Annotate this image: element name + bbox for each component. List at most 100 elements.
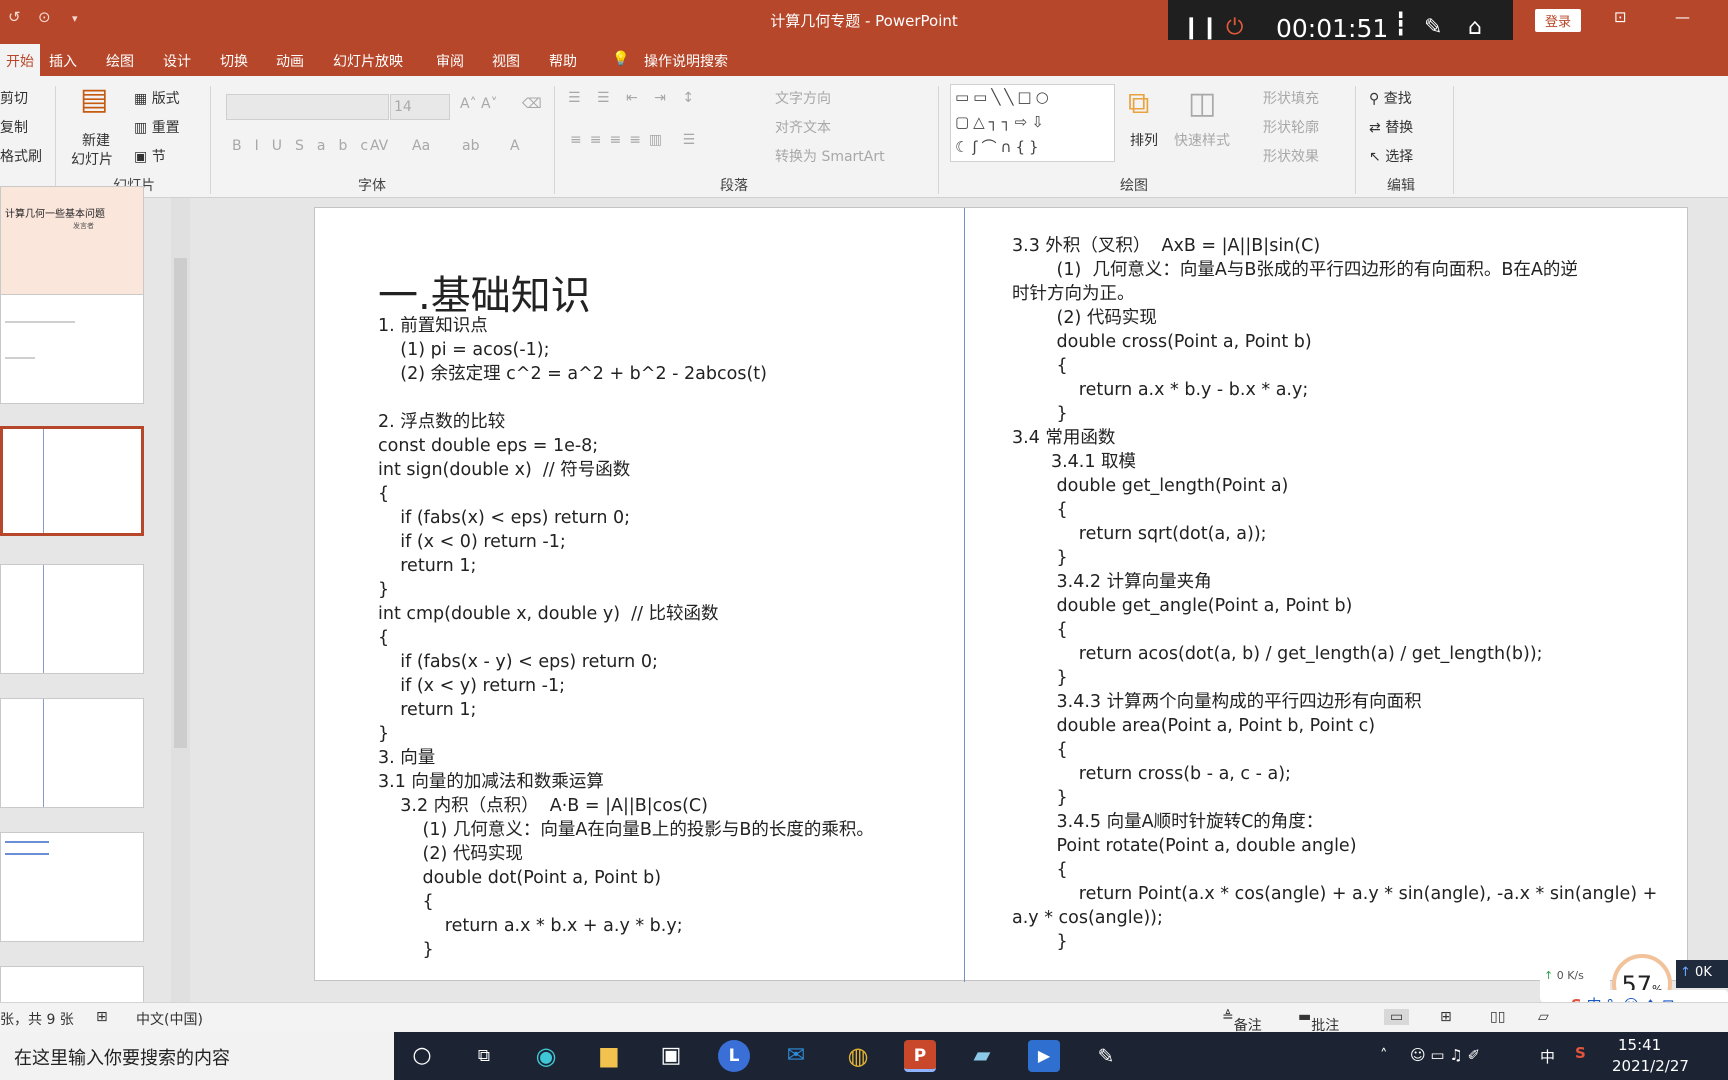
notes-button[interactable]: ≜ 备注 xyxy=(1222,1009,1262,1034)
replace-button[interactable]: ⇄ 替换 xyxy=(1369,117,1413,137)
comments-button[interactable]: ▬ 批注 xyxy=(1298,1009,1339,1034)
format-painter-button[interactable]: 格式刷 xyxy=(0,146,42,166)
tab-design[interactable]: 设计 xyxy=(163,51,191,71)
section-label: 节 xyxy=(151,149,166,165)
accessibility-icon[interactable]: ⊞ xyxy=(96,1009,108,1025)
thumbnail-slide-2[interactable] xyxy=(0,294,144,404)
tab-slideshow[interactable]: 幻灯片放映 xyxy=(333,51,403,71)
arrange-button[interactable]: 排列 xyxy=(1130,130,1158,150)
list-icons[interactable]: ☰ ☰ ⇤ ⇥ ↕ xyxy=(568,90,700,106)
group-editing-label: 编辑 xyxy=(1387,178,1415,194)
thumbnail-slide-3[interactable] xyxy=(0,426,144,536)
highlight-icon[interactable]: ab xyxy=(462,138,479,154)
home-icon[interactable]: ⌂ xyxy=(1468,15,1482,40)
align-icons[interactable]: ≡≡≡≡▥ ☰ xyxy=(570,132,703,148)
shape-outline-button[interactable]: 形状轮廓 xyxy=(1263,117,1319,137)
cut-button[interactable]: 剪切 xyxy=(0,88,28,108)
font-style-icons[interactable]: BIUSabc xyxy=(232,138,381,154)
tab-review[interactable]: 审阅 xyxy=(436,51,464,71)
notes-app-icon[interactable]: ▰ xyxy=(966,1040,998,1072)
reset-button[interactable]: ▥ 重置 xyxy=(134,117,180,137)
video-app-icon[interactable]: ▶ xyxy=(1028,1040,1060,1072)
thumbnail-slide-6[interactable] xyxy=(0,832,144,942)
font-color-icon[interactable]: A xyxy=(510,138,520,154)
paint-icon[interactable]: ✎ xyxy=(1090,1040,1122,1072)
slide-heading[interactable]: 一.基础知识 xyxy=(378,263,591,321)
language-status[interactable]: 中文(中国) xyxy=(136,1009,203,1029)
layout-button[interactable]: ▦ 版式 xyxy=(134,88,180,108)
smartart-button[interactable]: 转换为 SmartArt xyxy=(775,146,885,166)
left-text-column[interactable]: 1. 前置知识点 (1) pi = acos(-1); (2) 余弦定理 c^2… xyxy=(378,314,874,962)
thumbnail-slide-5[interactable] xyxy=(0,698,144,808)
font-grow-icon[interactable]: A˄ A˅ xyxy=(460,96,498,112)
shapes-gallery[interactable]: ▭▭╲╲□○ ▢△┐┐⇨⇩ ☾ʃ⌒∩{} xyxy=(950,84,1115,162)
slideshow-view-icon[interactable]: ▱ xyxy=(1538,1009,1549,1025)
slide-sorter-icon[interactable]: ⊞ xyxy=(1440,1009,1452,1025)
section-button[interactable]: ▣ 节 xyxy=(134,146,166,166)
quick-styles-icon[interactable]: ◫ xyxy=(1188,86,1216,121)
text-direction-button[interactable]: 文字方向 xyxy=(775,88,831,108)
select-button[interactable]: ↖ 选择 xyxy=(1369,146,1413,166)
clear-format-icon[interactable]: ⌫ xyxy=(522,96,542,112)
sogou-tray-icon[interactable]: S xyxy=(1575,1044,1586,1062)
clock-time[interactable]: 15:41 xyxy=(1618,1036,1661,1054)
tab-animations[interactable]: 动画 xyxy=(276,51,304,71)
task-view-icon[interactable]: ⧉ xyxy=(468,1040,500,1072)
new-slide-label[interactable]: 新建 xyxy=(82,130,110,150)
scrollbar-thumb[interactable] xyxy=(174,258,187,748)
change-case-icon[interactable]: Aa xyxy=(412,138,430,154)
tray-overflow-icon[interactable]: ˄ xyxy=(1380,1046,1388,1064)
pause-icon[interactable]: ❙❙ xyxy=(1182,15,1219,40)
tab-help[interactable]: 帮助 xyxy=(549,51,577,71)
char-spacing-icon[interactable]: AV xyxy=(370,138,388,154)
shape-effects-button[interactable]: 形状效果 xyxy=(1263,146,1319,166)
pen-icon[interactable]: ✎ xyxy=(1424,15,1442,40)
text-line xyxy=(378,386,874,410)
thumbnail-slide-1[interactable]: 计算几何一些基本问题 发言者 xyxy=(0,186,144,296)
tab-home[interactable]: 开始 xyxy=(0,44,40,76)
text-line: (1) 几何意义：向量A与B张成的平行四边形的有向面积。B在A的逆 xyxy=(1012,260,1578,280)
reading-view-icon[interactable]: ▯▯ xyxy=(1490,1009,1505,1025)
file-explorer-icon[interactable]: ▆ xyxy=(593,1040,625,1072)
arrange-icon[interactable]: ⧉ xyxy=(1128,86,1149,121)
font-size-select[interactable]: 14 xyxy=(390,94,450,120)
edge-icon[interactable]: ◉ xyxy=(530,1040,562,1072)
slide-canvas[interactable]: 一.基础知识 1. 前置知识点 (1) pi = acos(-1); (2) 余… xyxy=(314,207,1688,982)
normal-view-icon[interactable]: ▭ xyxy=(1384,1009,1410,1025)
thumbnail-scrollbar[interactable] xyxy=(171,198,190,1002)
column-divider xyxy=(43,699,44,807)
divider xyxy=(1453,86,1454,194)
minimize-icon[interactable]: — xyxy=(1675,8,1690,26)
right-text-column[interactable]: 3.3 外积（叉积） AxB = |A||B|sin(C) (1) 几何意义：向… xyxy=(1012,234,1672,954)
tab-transitions[interactable]: 切换 xyxy=(220,51,248,71)
font-family-select[interactable] xyxy=(226,94,389,120)
text-line: 3.1 向量的加减法和数乘运算 xyxy=(378,772,604,792)
upload-arrow-icon: ↑ xyxy=(1680,965,1691,980)
signin-button[interactable]: 登录 xyxy=(1535,9,1582,32)
find-button[interactable]: ⚲ 查找 xyxy=(1369,88,1412,108)
shape-fill-button[interactable]: 形状填充 xyxy=(1263,88,1319,108)
tab-insert[interactable]: 插入 xyxy=(49,51,77,71)
reset-timer-icon[interactable]: ⏻ xyxy=(1226,15,1243,40)
app-l-icon[interactable]: L xyxy=(718,1040,750,1072)
new-slide-dropdown[interactable]: 幻灯片 xyxy=(71,149,113,169)
ribbon-display-icon[interactable]: ⊡ xyxy=(1614,8,1627,26)
store-icon[interactable]: ▣ xyxy=(655,1040,687,1072)
mail-icon[interactable]: ✉ xyxy=(780,1040,812,1072)
powerpoint-icon[interactable]: P xyxy=(904,1040,936,1072)
tab-view[interactable]: 视图 xyxy=(492,51,520,71)
new-slide-icon[interactable]: ▤ xyxy=(80,82,108,117)
tab-draw[interactable]: 绘图 xyxy=(106,51,134,71)
cortana-icon[interactable]: ○ xyxy=(406,1040,438,1072)
tray-icons[interactable]: ☺ ▭ ♫ ✐ xyxy=(1410,1046,1480,1064)
text-line: (2) 余弦定理 c^2 = a^2 + b^2 - 2abcos(t) xyxy=(378,364,767,384)
thumbnail-slide-4[interactable] xyxy=(0,564,144,674)
align-text-button[interactable]: 对齐文本 xyxy=(775,117,831,137)
copy-button[interactable]: 复制 xyxy=(0,117,28,137)
quick-styles-button[interactable]: 快速样式 xyxy=(1174,130,1230,150)
taskbar-search-box[interactable]: 在这里输入你要搜索的内容 xyxy=(0,1032,394,1080)
clock-date[interactable]: 2021/2/27 xyxy=(1612,1057,1689,1075)
tell-me-search[interactable]: 操作说明搜索 xyxy=(644,51,728,71)
chrome-icon[interactable]: ◍ xyxy=(842,1040,874,1072)
ime-indicator[interactable]: 中 xyxy=(1540,1046,1555,1067)
